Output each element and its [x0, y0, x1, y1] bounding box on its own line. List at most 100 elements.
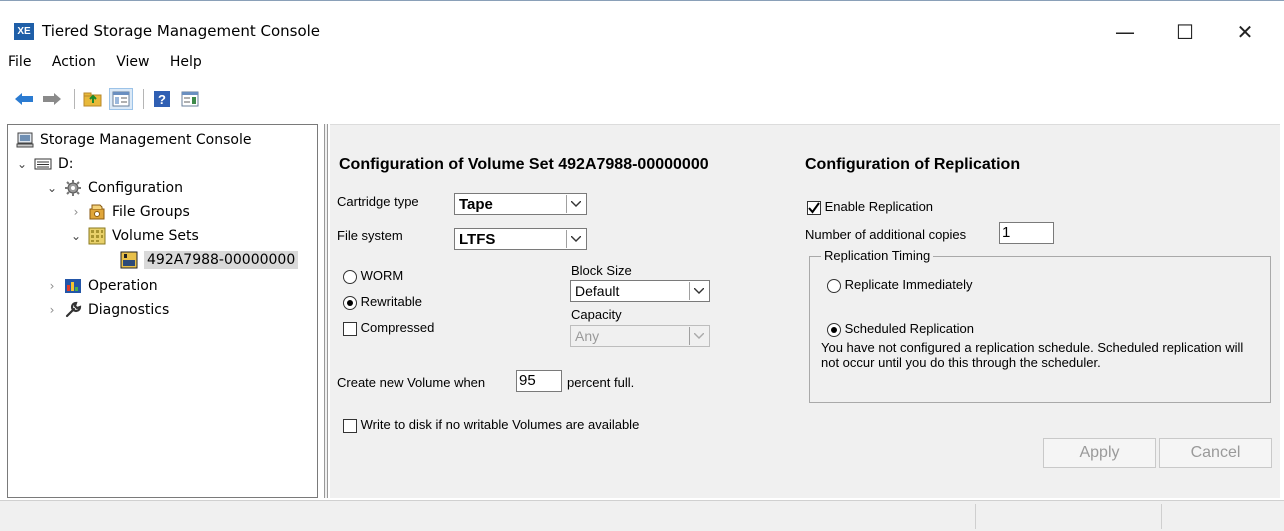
- file-groups-icon: [88, 203, 106, 221]
- compressed-label: Compressed: [360, 320, 435, 335]
- cartridge-type-select[interactable]: Tape: [454, 193, 587, 215]
- rewritable-label: Rewritable: [360, 294, 423, 309]
- tree-item-root[interactable]: Storage Management Console: [16, 128, 251, 152]
- tree-item-diagnostics[interactable]: › Diagnostics: [44, 298, 169, 322]
- operation-icon: [64, 277, 82, 295]
- cartridge-type-label: Cartridge type: [337, 194, 419, 209]
- replicate-immediately-radio-circle[interactable]: [827, 278, 841, 293]
- replication-timing-title: Replication Timing: [821, 248, 934, 263]
- chevron-right-icon[interactable]: ›: [44, 303, 60, 317]
- window-title: Tiered Storage Management Console: [42, 22, 321, 40]
- forward-arrow-icon[interactable]: [40, 88, 64, 110]
- compressed-checkbox[interactable]: Compressed: [343, 320, 434, 336]
- chevron-down-icon: [689, 327, 708, 345]
- toolbar-separator: [143, 89, 144, 109]
- enable-replication-checkbox-box[interactable]: [807, 200, 821, 215]
- create-new-prefix: Create new Volume when: [337, 375, 486, 390]
- status-pane: [975, 504, 1161, 529]
- status-bar: [0, 500, 1284, 531]
- compressed-checkbox-box[interactable]: [343, 321, 357, 336]
- help-icon[interactable]: ?: [150, 88, 174, 110]
- tree-item-configuration[interactable]: ⌄ Configuration: [44, 176, 183, 200]
- tree-item-label: Volume Sets: [112, 228, 199, 244]
- chevron-down-icon[interactable]: ⌄: [14, 157, 30, 171]
- replication-config-title: Configuration of Replication: [805, 156, 1021, 173]
- tree-item-volume-set-492a7988[interactable]: 492A7988-00000000: [120, 248, 299, 272]
- percent-full-input[interactable]: 95: [516, 370, 562, 392]
- write-to-disk-label: Write to disk if no writable Volumes are…: [360, 417, 640, 432]
- replicate-immediately-label: Replicate Immediately: [844, 277, 973, 292]
- computer-icon: [16, 131, 34, 149]
- action-pane-icon[interactable]: [178, 88, 202, 110]
- details-panel: Configuration of Volume Set 492A7988-000…: [330, 124, 1280, 498]
- up-folder-icon[interactable]: [81, 88, 105, 110]
- cartridge-type-value: Tape: [459, 195, 493, 213]
- additional-copies-input[interactable]: 1: [999, 222, 1054, 244]
- chevron-down-icon[interactable]: ⌄: [68, 229, 84, 243]
- rewritable-radio-circle[interactable]: [343, 295, 357, 310]
- scheduled-replication-radio[interactable]: Scheduled Replication: [827, 321, 974, 337]
- worm-label: WORM: [360, 268, 404, 283]
- block-size-select[interactable]: Default: [570, 280, 710, 302]
- tree-item-drive[interactable]: ⌄ D:: [14, 152, 74, 176]
- block-size-value: Default: [575, 283, 620, 299]
- enable-replication-label: Enable Replication: [824, 199, 934, 214]
- additional-copies-label: Number of additional copies: [805, 227, 967, 242]
- chevron-down-icon: [566, 195, 585, 213]
- chevron-down-icon[interactable]: ⌄: [44, 181, 60, 195]
- menu-bar: File Action View Help: [0, 54, 210, 80]
- svg-text:?: ?: [158, 92, 166, 107]
- volume-config-title: Configuration of Volume Set 492A7988-000…: [339, 156, 709, 173]
- block-size-label: Block Size: [571, 263, 632, 278]
- show-hide-tree-icon[interactable]: [109, 88, 133, 110]
- tree-item-file-groups[interactable]: › File Groups: [68, 200, 190, 224]
- menu-file[interactable]: File: [0, 54, 39, 70]
- chevron-right-icon[interactable]: ›: [68, 205, 84, 219]
- maximize-button[interactable]: ☐: [1167, 19, 1203, 47]
- scheduled-replication-radio-circle[interactable]: [827, 322, 841, 337]
- apply-button[interactable]: Apply: [1043, 438, 1156, 468]
- navigation-tree: Storage Management Console ⌄ D: ⌄ Config…: [7, 124, 318, 498]
- replicate-immediately-radio[interactable]: Replicate Immediately: [827, 277, 973, 293]
- menu-view[interactable]: View: [108, 54, 157, 70]
- toolbar: ?: [12, 86, 206, 112]
- rewritable-radio[interactable]: Rewritable: [343, 294, 422, 310]
- tree-item-label: Configuration: [88, 180, 183, 196]
- close-button[interactable]: ✕: [1227, 19, 1263, 47]
- status-pane: [1161, 504, 1284, 529]
- write-to-disk-checkbox-box[interactable]: [343, 418, 357, 433]
- chevron-right-icon[interactable]: ›: [44, 279, 60, 293]
- menu-help[interactable]: Help: [162, 54, 210, 70]
- tree-item-volume-sets[interactable]: ⌄ Volume Sets: [68, 224, 199, 248]
- file-system-label: File system: [337, 228, 403, 243]
- file-system-value: LTFS: [459, 230, 496, 248]
- enable-replication-checkbox[interactable]: Enable Replication: [807, 199, 933, 215]
- drive-icon: [34, 155, 52, 173]
- back-arrow-icon[interactable]: [12, 88, 36, 110]
- tree-item-operation[interactable]: › Operation: [44, 274, 158, 298]
- chevron-down-icon: [689, 282, 708, 300]
- replication-schedule-note: You have not configured a replication sc…: [821, 340, 1244, 370]
- write-to-disk-checkbox[interactable]: Write to disk if no writable Volumes are…: [343, 417, 639, 433]
- capacity-value: Any: [575, 328, 600, 344]
- cancel-button[interactable]: Cancel: [1159, 438, 1272, 468]
- tree-item-label: 492A7988-00000000: [144, 251, 299, 269]
- file-system-select[interactable]: LTFS: [454, 228, 587, 250]
- toolbar-separator: [74, 89, 75, 109]
- scheduled-replication-label: Scheduled Replication: [844, 321, 974, 336]
- minimize-button[interactable]: —: [1107, 19, 1143, 47]
- wrench-icon: [64, 301, 82, 319]
- create-new-suffix: percent full.: [567, 375, 635, 390]
- tree-item-label: Operation: [88, 278, 158, 294]
- tree-item-label: File Groups: [112, 204, 190, 220]
- chevron-down-icon: [566, 230, 585, 248]
- tree-item-label: D:: [58, 156, 74, 172]
- tape-cartridge-icon: [120, 251, 138, 269]
- worm-radio[interactable]: WORM: [343, 268, 403, 284]
- menu-action[interactable]: Action: [44, 54, 104, 70]
- worm-radio-circle[interactable]: [343, 269, 357, 284]
- pane-splitter[interactable]: [324, 124, 328, 498]
- capacity-select[interactable]: Any: [570, 325, 710, 347]
- title-bar: XE Tiered Storage Management Console — ☐…: [0, 0, 1284, 52]
- app-icon: XE: [14, 23, 34, 40]
